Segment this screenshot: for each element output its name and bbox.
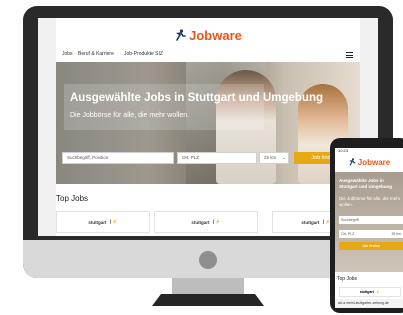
website-page: Jobware Jobs Beruf & Karriere Job-Produk…: [56, 18, 360, 236]
hero-text-overlay: [64, 84, 264, 130]
monitor-stand-neck: [172, 278, 244, 294]
logo-mark-icon: ⚡: [375, 290, 381, 294]
top-job-tile[interactable]: stuttgart | ⚡: [154, 211, 258, 233]
phone-hero: Ausgewählte Jobs in Stuttgart und Umgebu…: [335, 172, 403, 272]
logo-mark-icon: | ⚡: [212, 219, 221, 224]
radius-select[interactable]: 25 km ⌄: [259, 152, 289, 164]
location-input[interactable]: Ort, PLZ: [177, 152, 257, 164]
employer-logo-text: stuttgart: [191, 219, 210, 225]
keyword-input[interactable]: Suchbegriff, Position: [62, 152, 174, 164]
hero-headline: Ausgewählte Jobs in Stuttgart und Umgebu…: [70, 92, 323, 104]
phone-status-bar: 10:23: [335, 148, 403, 153]
logo-mark-icon: | ⚡: [109, 219, 118, 224]
phone-location-placeholder: Ort, PLZ: [341, 232, 355, 236]
phone-hero-headline: Ausgewählte Jobs in Stuttgart und Umgebu…: [339, 178, 392, 189]
power-button: [199, 251, 217, 269]
phone-keyword-input[interactable]: Suchbegriff: [339, 216, 403, 224]
radius-value: 25 km: [264, 155, 277, 160]
phone-site-logo[interactable]: Jobware: [335, 156, 403, 168]
hero-subline: Die Jobbörse für alle, die mehr wollen.: [70, 112, 190, 119]
phone-logo-text: Jobware: [357, 157, 391, 167]
monitor-stand-foot: [152, 294, 264, 306]
running-person-icon: [349, 158, 356, 166]
running-person-icon: [176, 29, 186, 41]
hero-banner: Ausgewählte Jobs in Stuttgart und Umgebu…: [56, 62, 360, 184]
phone-hero-subline: Die Jobbörse für alle, die mehr wollen.: [339, 196, 401, 207]
nav-item-karriere[interactable]: Beruf & Karriere: [78, 51, 114, 57]
phone-top-job-tile[interactable]: stuttgart ⚡: [339, 287, 401, 297]
phone-radius-value: 25 km: [391, 232, 401, 236]
employer-logo-text: stuttgart: [88, 219, 107, 225]
phone-location-input[interactable]: Ort, PLZ 25 km: [339, 230, 403, 238]
phone-employer-logo-text: stuttgart: [359, 290, 374, 294]
phone-time: 10:23: [338, 148, 349, 153]
logo-text: Jobware: [189, 27, 242, 43]
site-logo[interactable]: Jobware: [56, 24, 360, 46]
chevron-down-icon: ⌄: [281, 155, 286, 161]
nav-item-jobs[interactable]: Jobs: [62, 51, 73, 57]
top-job-tile[interactable]: stuttgart | ⚡: [56, 211, 150, 233]
hamburger-menu-icon[interactable]: [346, 52, 353, 60]
phone-url-bar[interactable]: aA ● meinl-stuttgarter-zeitung.de: [335, 299, 403, 308]
job-search-bar: Suchbegriff, Position Ort, PLZ 25 km ⌄ J…: [62, 152, 354, 164]
phone-screen: 10:23 Jobware Ausgewählte Jobs in Stuttg…: [335, 148, 403, 308]
top-jobs-heading: Top Jobs: [56, 194, 89, 203]
phone-top-jobs-heading: Top Jobs: [337, 276, 358, 282]
desktop-screen: Jobware Jobs Beruf & Karriere Job-Produk…: [38, 18, 378, 236]
employer-logo-text: stuttgart: [301, 219, 320, 225]
phone-find-job-button[interactable]: Job finden: [339, 242, 403, 250]
nav-item-produkte[interactable]: Job-Produkte SIZ: [124, 51, 163, 57]
